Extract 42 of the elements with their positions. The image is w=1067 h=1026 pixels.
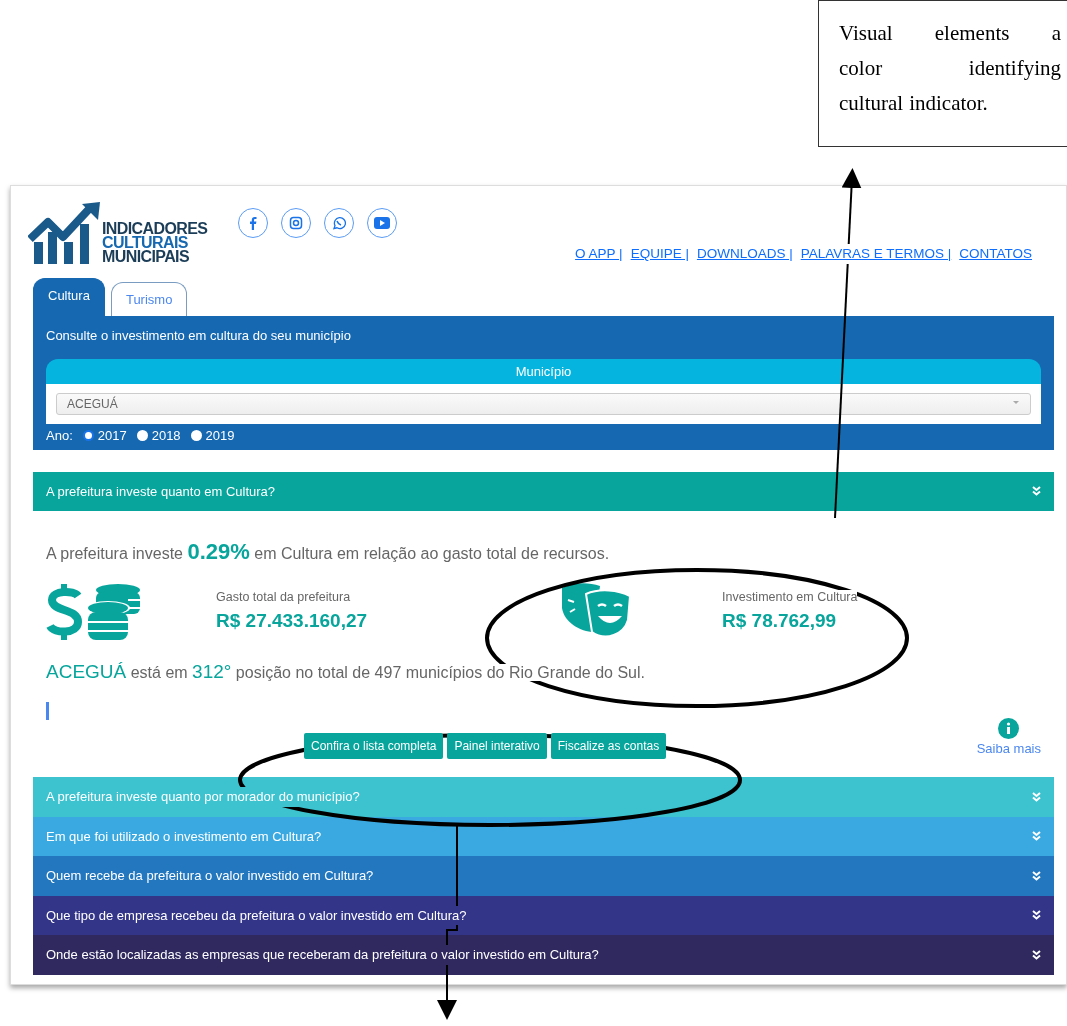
action-button[interactable]: Painel interativo <box>447 732 547 759</box>
logo-text: INDICADORES <box>102 222 208 236</box>
chevron-down-icon <box>1032 870 1041 881</box>
coins-icon <box>46 582 141 642</box>
annotation-box: Visual elements a color identifying cultural indicator. <box>818 0 1067 147</box>
year-label: Ano: <box>46 427 73 445</box>
logo-text: CULTURAIS <box>102 236 188 250</box>
accordion-header[interactable]: Que tipo de empresa recebeu da prefeitura o valor investido em Cultura? <box>33 895 1054 935</box>
ranking-text: ACEGUÁ está em 312° posição no total de 497 municípios do Rio Grande do Sul. <box>46 660 646 684</box>
radio-label: 2019 <box>205 428 235 443</box>
radio-label: 2018 <box>151 428 181 443</box>
tab[interactable]: Turismo <box>110 281 188 316</box>
panel-title: Consulte o investimento em cultura do seu município <box>46 327 352 345</box>
action-button[interactable]: Fiscalize as contas <box>550 732 667 759</box>
stat-label: Gasto total da prefeitura <box>216 589 352 606</box>
radio-button[interactable] <box>136 430 148 441</box>
accordion-header[interactable]: A prefeitura investe quanto em Cultura? <box>33 471 1054 511</box>
chevron-down-icon <box>1032 910 1041 921</box>
chevron-down-icon <box>1032 791 1041 802</box>
accordion-header[interactable]: Quem recebe da prefeitura o valor investido em Cultura? <box>33 856 1054 896</box>
text-cursor <box>46 701 49 720</box>
tab[interactable]: Cultura <box>33 278 105 316</box>
info-link[interactable]: Saiba mais <box>976 739 1041 759</box>
chevron-down-icon <box>1032 486 1041 497</box>
action-button[interactable]: Confira o lista completa <box>304 732 444 759</box>
nav-link[interactable]: PALAVRAS E TERMOS | <box>800 244 952 265</box>
accordion-header[interactable]: Onde estão localizadas as empresas que receberam da prefeitura o valor investido em Cultura? <box>33 935 1054 975</box>
chevron-down-icon <box>1032 949 1041 960</box>
radio-button[interactable] <box>82 430 94 441</box>
logo-text: MUNICIPAIS <box>102 250 191 264</box>
radio-label: 2017 <box>97 428 127 443</box>
select-value: ACEGUÁ <box>67 395 118 413</box>
radio-button[interactable] <box>190 430 202 441</box>
summary-text: A prefeitura investe 0.29% em Cultura em relação ao gasto total de recursos. <box>46 538 611 566</box>
stat-value: R$ 27.433.160,27 <box>216 608 368 633</box>
select-header: Município <box>46 358 1041 384</box>
info-icon <box>998 718 1020 739</box>
accordion-header[interactable]: Em que foi utilizado o investimento em Cultura? <box>33 816 1054 856</box>
logo-chart-icon <box>28 202 100 264</box>
stat-value: R$ 78.762,99 <box>722 608 838 633</box>
chevron-down-icon <box>1032 831 1041 842</box>
municipality-select[interactable]: ACEGUÁ <box>56 393 1031 415</box>
